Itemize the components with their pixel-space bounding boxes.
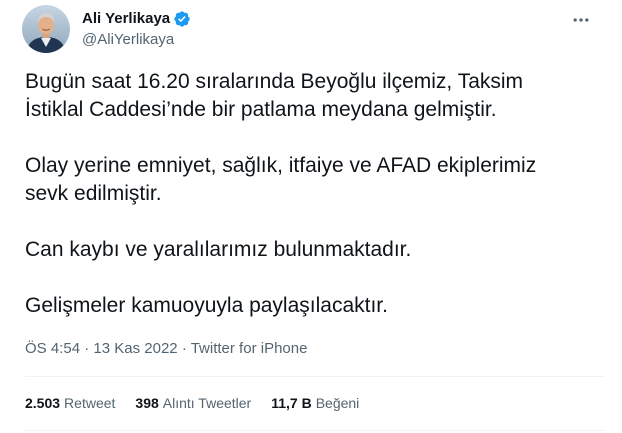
author-name[interactable]: Ali Yerlikaya — [82, 9, 170, 29]
author-name-row: Ali Yerlikaya — [82, 9, 191, 29]
quotes-count: 398 — [135, 395, 159, 411]
likes-stat[interactable]: 11,7 B Beğeni — [271, 393, 359, 413]
more-options-button[interactable] — [569, 10, 593, 30]
tweet-meta: ÖS 4:54 · 13 Kas 2022 · Twitter for iPho… — [25, 339, 307, 359]
tweet-stats: 2.503 Retweet 398 Alıntı Tweetler 11,7 B Be… — [25, 393, 379, 413]
retweets-count: 2.503 — [25, 395, 61, 411]
author-block: Ali Yerlikaya @AliYerlikaya — [82, 9, 191, 50]
meta-separator: · — [84, 340, 90, 357]
tweet-paragraph: Olay yerine emniyet, sağlık, itfaiye ve … — [25, 154, 537, 205]
tweet-paragraph: Gelişmeler kamuoyuyla paylaşılacaktır. — [25, 294, 388, 317]
verified-badge-icon — [173, 10, 191, 28]
quotes-stat[interactable]: 398 Alıntı Tweetler — [135, 393, 251, 413]
likes-count: 11,7 B — [271, 395, 312, 411]
likes-label: Beğeni — [315, 395, 360, 411]
divider — [25, 430, 605, 431]
quotes-label: Alıntı Tweetler — [162, 395, 252, 411]
tweet-card: Ali Yerlikaya @AliYerlikaya Bugün saat 1… — [0, 0, 622, 433]
avatar[interactable] — [22, 5, 70, 53]
divider — [25, 376, 605, 377]
author-handle[interactable]: @AliYerlikaya — [82, 30, 191, 50]
profile-photo-icon — [22, 5, 70, 53]
tweet-paragraph: Bugün saat 16.20 sıralarında Beyoğlu ilç… — [25, 70, 524, 121]
tweet-time[interactable]: ÖS 4:54 — [25, 340, 80, 357]
retweets-stat[interactable]: 2.503 Retweet — [25, 393, 115, 413]
more-horizontal-icon — [573, 18, 589, 22]
tweet-source[interactable]: Twitter for iPhone — [191, 340, 308, 357]
tweet-text: Bugün saat 16.20 sıralarında Beyoğlu ilç… — [25, 68, 610, 348]
meta-separator: · — [181, 340, 187, 357]
tweet-date[interactable]: 13 Kas 2022 — [93, 340, 177, 357]
retweets-label: Retweet — [64, 395, 116, 411]
tweet-paragraph: Can kaybı ve yaralılarımız bulunmaktadır… — [25, 238, 412, 261]
